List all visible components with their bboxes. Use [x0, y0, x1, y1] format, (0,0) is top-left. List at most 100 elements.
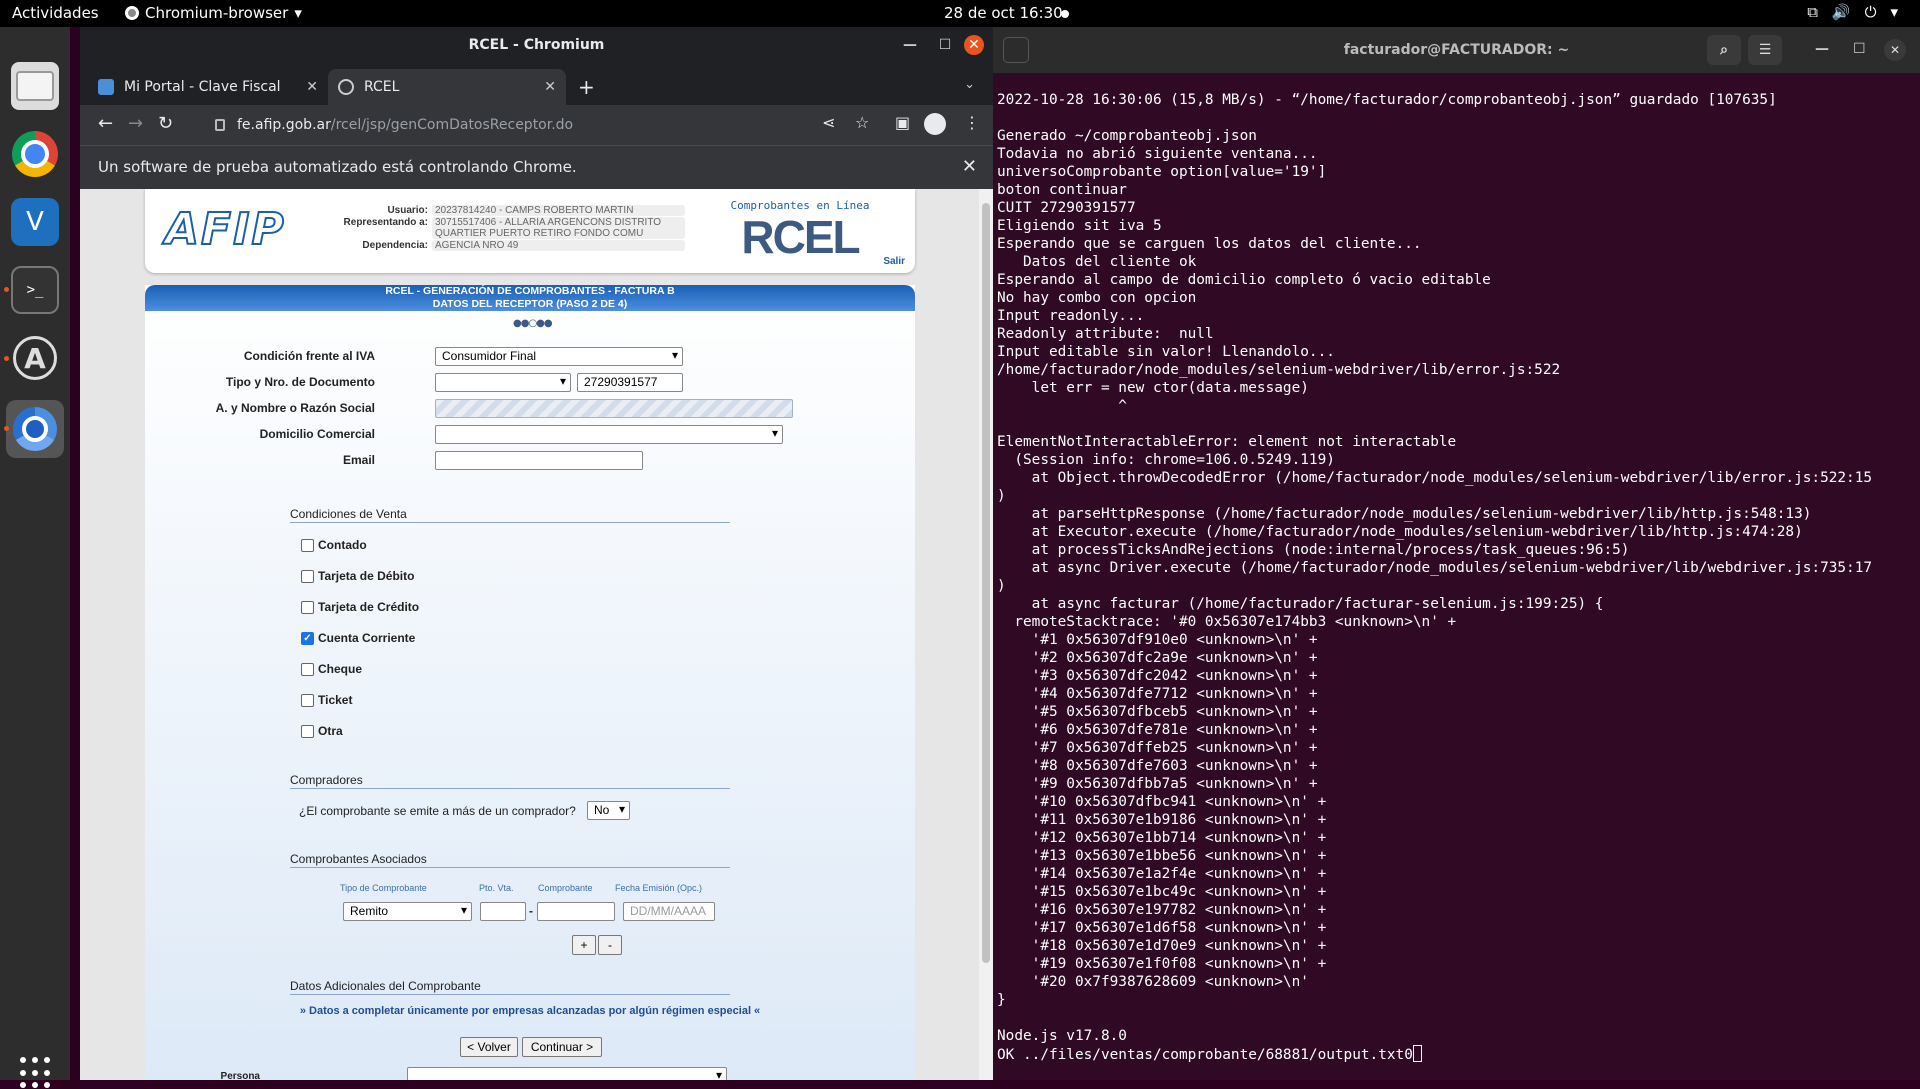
- adicionales-note[interactable]: » Datos a completar únicamente por empre…: [145, 1005, 915, 1017]
- persona-select[interactable]: [407, 1067, 727, 1080]
- terminal-line: at processTicksAndRejections (node:inter…: [997, 542, 1630, 558]
- kebab-menu-icon[interactable]: ⋮: [964, 113, 980, 132]
- terminal-line: '#11 0x56307e1b9186 <unknown>\n' +: [997, 812, 1327, 828]
- show-apps-icon[interactable]: [20, 1057, 52, 1089]
- minimize-icon[interactable]: —: [1815, 41, 1829, 57]
- doc-number-input[interactable]: 27290391577: [577, 373, 683, 392]
- domicilio-select[interactable]: [435, 425, 783, 444]
- scrollbar-thumb[interactable]: [982, 203, 990, 963]
- maximize-icon[interactable]: ☐: [935, 35, 955, 55]
- terminal-line: '#5 0x56307dfbceb5 <unknown>\n' +: [997, 704, 1318, 720]
- activities-button[interactable]: Actividades: [12, 4, 99, 22]
- email-input[interactable]: [435, 451, 643, 470]
- checkbox-box[interactable]: [301, 662, 314, 676]
- terminal-window: facturador@FACTURADOR: ~ ⌕ ☰ — ☐ ✕ 2022-…: [993, 27, 1920, 1080]
- forward-icon[interactable]: →: [128, 113, 143, 134]
- terminal-line: Generado ~/comprobanteobj.json: [997, 128, 1257, 144]
- hamburger-menu-icon[interactable]: ☰: [1748, 35, 1782, 65]
- iva-select[interactable]: Consumidor Final: [435, 347, 683, 366]
- checkbox-cheque[interactable]: Cheque: [301, 662, 362, 676]
- url-host: fe.afip.gob.ar: [237, 117, 331, 133]
- pto-vta-input[interactable]: [480, 902, 526, 921]
- minimize-icon[interactable]: —: [900, 35, 920, 55]
- dash-separator: -: [529, 904, 533, 918]
- afip-logo: AFIP: [164, 203, 286, 256]
- col-tipo: Tipo de Comprobante: [340, 883, 427, 893]
- salir-link[interactable]: Salir: [883, 256, 905, 267]
- fecha-emision-input[interactable]: DD/MM/AAAA: [623, 902, 715, 921]
- reload-icon[interactable]: ↻: [158, 113, 173, 134]
- compradores-select[interactable]: No: [587, 801, 630, 820]
- checkbox-cuenta-corriente[interactable]: ✓ Cuenta Corriente: [301, 631, 415, 645]
- terminal-line: (Session info: chrome=106.0.5249.119): [997, 452, 1335, 468]
- close-icon[interactable]: ✕: [964, 35, 984, 55]
- app-menu[interactable]: Chromium-browser ▾: [125, 4, 302, 22]
- clock[interactable]: 28 de oct 16:30: [944, 4, 1063, 22]
- page-background: AFIP Usuario: 20237814240 - CAMPS ROBERTO…: [80, 189, 979, 1080]
- back-icon[interactable]: ←: [98, 113, 113, 134]
- checkbox-box[interactable]: [301, 600, 314, 614]
- software-store-icon[interactable]: A: [11, 334, 59, 382]
- maximize-icon[interactable]: ☐: [1853, 41, 1866, 57]
- close-icon[interactable]: ✕: [962, 156, 977, 177]
- close-tab-icon[interactable]: ✕: [544, 79, 556, 95]
- chrome-icon[interactable]: [11, 130, 59, 178]
- globe-icon: [338, 79, 354, 95]
- address-bar[interactable]: fe.afip.gob.ar/rcel/jsp/genComDatosRecep…: [195, 111, 915, 139]
- side-panel-icon[interactable]: ▣: [895, 113, 910, 132]
- terminal-line: at Object.throwDecodedError (/home/factu…: [997, 470, 1873, 486]
- terminal-line: '#8 0x56307dfe7603 <unknown>\n' +: [997, 758, 1318, 774]
- chromium-dock-icon[interactable]: [6, 400, 64, 458]
- dependencia-value: AGENCIA NRO 49: [432, 240, 685, 251]
- checkbox-box[interactable]: [301, 724, 314, 738]
- app-menu-label: Chromium-browser: [145, 4, 289, 22]
- terminal-line: '#18 0x56307e1d70e9 <unknown>\n' +: [997, 938, 1327, 954]
- tab-search-chevron-icon[interactable]: ⌄: [964, 77, 975, 92]
- vscode-icon[interactable]: V: [11, 198, 59, 246]
- volver-button[interactable]: < Volver: [460, 1037, 518, 1057]
- add-row-button[interactable]: +: [572, 935, 596, 955]
- tab-mi-portal[interactable]: Mi Portal - Clave Fiscal ✕: [88, 69, 328, 105]
- window-titlebar[interactable]: RCEL - Chromium — ☐ ✕: [80, 27, 993, 63]
- profile-avatar[interactable]: [924, 113, 946, 139]
- bookmark-star-icon[interactable]: ☆: [855, 113, 869, 132]
- remove-row-button[interactable]: -: [598, 935, 622, 955]
- compradores-question: ¿El comprobante se emite a más de un com…: [299, 804, 576, 818]
- close-icon[interactable]: ✕: [1884, 39, 1906, 61]
- checkbox-contado[interactable]: Contado: [301, 538, 367, 552]
- checkbox-label: Cuenta Corriente: [318, 631, 416, 645]
- system-tray[interactable]: ⧉ 🔊 ⏻ ▾: [1807, 3, 1898, 21]
- tab-rcel[interactable]: RCEL ✕: [328, 69, 566, 105]
- checkbox-box[interactable]: [301, 569, 314, 583]
- checkbox-tarjeta-credito[interactable]: Tarjeta de Crédito: [301, 600, 419, 614]
- checkbox-ticket[interactable]: Ticket: [301, 693, 352, 707]
- continuar-button[interactable]: Continuar >: [522, 1037, 602, 1057]
- afip-header: AFIP Usuario: 20237814240 - CAMPS ROBERTO…: [145, 189, 915, 273]
- terminal-line: '#6 0x56307dfe781e <unknown>\n' +: [997, 722, 1318, 738]
- terminal-titlebar[interactable]: facturador@FACTURADOR: ~ ⌕ ☰ — ☐ ✕: [993, 27, 1920, 73]
- chevron-down-icon: ▾: [1890, 3, 1898, 21]
- checkbox-tarjeta-debito[interactable]: Tarjeta de Débito: [301, 569, 414, 583]
- files-icon[interactable]: [11, 62, 59, 110]
- page-scrollbar[interactable]: [979, 189, 993, 1080]
- close-tab-icon[interactable]: ✕: [306, 79, 318, 95]
- terminal-line: ElementNotInteractableError: element not…: [997, 434, 1457, 450]
- adicionales-section-title: Datos Adicionales del Comprobante: [290, 979, 730, 995]
- tipo-comprobante-select[interactable]: Remito: [343, 902, 472, 921]
- new-tab-icon[interactable]: +: [578, 75, 595, 99]
- comprobante-input[interactable]: [537, 902, 615, 921]
- checkbox-otra[interactable]: Otra: [301, 724, 343, 738]
- checkbox-box[interactable]: [301, 538, 314, 552]
- checkbox-box[interactable]: [301, 693, 314, 707]
- checkbox-label: Tarjeta de Débito: [318, 569, 415, 583]
- url-path: /rcel/jsp/genComDatosReceptor.do: [330, 117, 574, 133]
- terminal-line: remoteStacktrace: '#0 0x56307e174bb3 <un…: [997, 614, 1457, 630]
- doc-type-select[interactable]: [435, 373, 571, 392]
- check-icon[interactable]: ✓: [301, 631, 314, 645]
- terminal-output[interactable]: 2022-10-28 16:30:06 (15,8 MB/s) - “/home…: [997, 91, 1917, 1081]
- domicilio-label: Domicilio Comercial: [259, 427, 375, 441]
- share-icon[interactable]: ⋖: [822, 113, 835, 132]
- search-icon[interactable]: ⌕: [1707, 35, 1741, 65]
- terminal-line: Datos del cliente ok: [997, 254, 1197, 270]
- terminal-icon[interactable]: >_: [11, 266, 59, 314]
